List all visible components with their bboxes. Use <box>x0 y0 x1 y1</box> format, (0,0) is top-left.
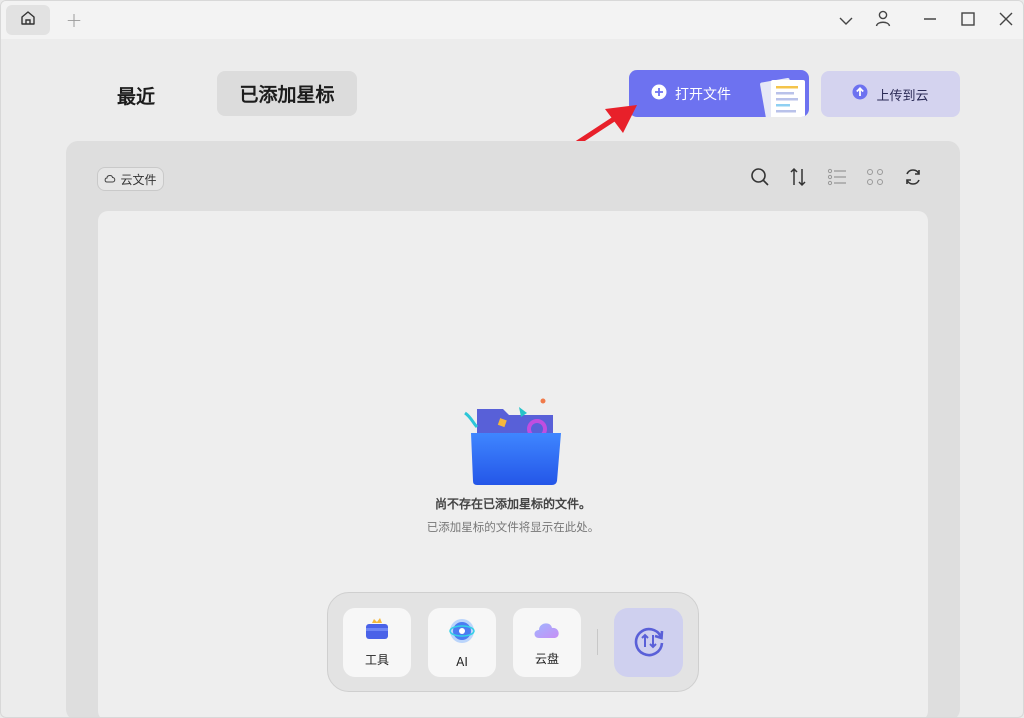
empty-state-subtitle: 已添加星标的文件将显示在此处。 <box>426 520 600 534</box>
refresh-button[interactable] <box>901 167 925 191</box>
grid-view-button[interactable] <box>863 167 887 191</box>
dock-item-tools[interactable]: 工具 <box>343 608 411 677</box>
maximize-button[interactable] <box>956 9 980 31</box>
cloud-icon <box>104 172 116 186</box>
minimize-button[interactable] <box>918 9 942 31</box>
plus-icon: + <box>65 8 83 32</box>
dock-item-label: AI <box>456 654 468 669</box>
minimize-icon <box>923 11 937 30</box>
grid-view-icon <box>866 168 884 190</box>
dock-item-cloud-drive[interactable]: 云盘 <box>513 608 581 677</box>
refresh-icon <box>903 167 923 191</box>
dock-divider <box>597 629 598 655</box>
cloud-drive-icon <box>532 618 562 644</box>
empty-folder-illustration-icon <box>457 397 569 491</box>
cloud-files-filter[interactable]: 云文件 <box>97 167 164 191</box>
user-icon <box>874 9 892 31</box>
sync-icon <box>631 623 667 663</box>
upload-icon <box>852 84 868 104</box>
list-view-button[interactable] <box>825 167 849 191</box>
plus-circle-icon <box>651 84 667 104</box>
ai-icon <box>448 617 476 649</box>
sync-button[interactable] <box>614 608 683 677</box>
dock-item-label: 云盘 <box>534 652 559 666</box>
new-tab-button[interactable]: + <box>63 8 85 32</box>
tab-recent[interactable]: 最近 <box>99 73 173 117</box>
dock-item-label: 工具 <box>364 653 389 667</box>
close-button[interactable] <box>994 9 1018 31</box>
account-button[interactable] <box>871 9 895 31</box>
search-button[interactable] <box>748 167 772 191</box>
sort-icon <box>789 167 807 191</box>
documents-icon <box>749 76 809 117</box>
close-icon <box>999 11 1013 30</box>
chevron-down-icon <box>839 11 853 30</box>
list-view-icon <box>827 168 847 190</box>
tab-starred[interactable]: 已添加星标 <box>217 71 357 116</box>
maximize-icon <box>961 11 975 30</box>
home-tab[interactable] <box>6 5 50 35</box>
home-icon <box>19 9 37 31</box>
title-bar: + <box>1 1 1023 39</box>
dock-item-ai[interactable]: AI <box>428 608 496 677</box>
sort-button[interactable] <box>786 167 810 191</box>
dropdown-button[interactable] <box>834 9 858 31</box>
toolbox-icon <box>364 617 390 645</box>
search-icon <box>750 167 770 191</box>
open-file-label: 打开文件 <box>675 86 731 103</box>
cloud-files-label: 云文件 <box>120 172 157 187</box>
app-window: + 最近 已添加星标 打开文件 上传到云 云文件 尚不存在已添加星标的文件。 已… <box>0 0 1024 718</box>
empty-state-title: 尚不存在已添加星标的文件。 <box>434 497 591 511</box>
open-file-button[interactable]: 打开文件 <box>629 70 809 117</box>
upload-to-cloud-button[interactable]: 上传到云 <box>821 71 960 117</box>
upload-label: 上传到云 <box>876 88 929 104</box>
